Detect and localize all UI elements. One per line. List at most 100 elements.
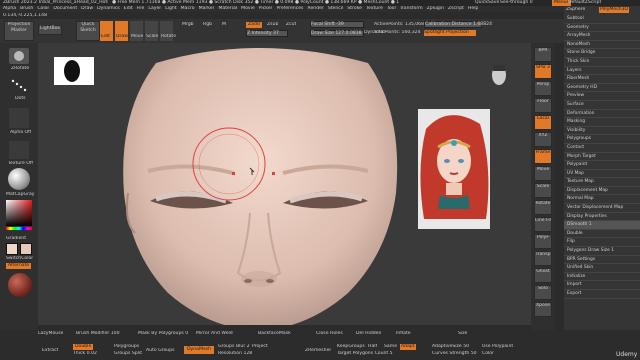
shelf-line-fill-button[interactable]: Line Fill <box>534 217 552 232</box>
double-button[interactable]: Double <box>73 344 94 350</box>
bottom-lazymouse-control[interactable]: LazyMouse <box>38 331 63 337</box>
rgb-button[interactable]: Rgb <box>203 22 212 28</box>
zremesher-button[interactable]: ZRemesher <box>305 348 331 354</box>
quick-sketch-button[interactable]: Quick Sketch <box>76 21 100 41</box>
menu-item-surface[interactable]: Surface <box>564 101 640 110</box>
shelf-persp-button[interactable]: Persp <box>534 81 552 96</box>
polygons-draw-size-slider[interactable]: Polygons Draw Size 1 <box>564 247 640 256</box>
color-toggle[interactable]: Color <box>482 351 494 357</box>
menu-item-deformation[interactable]: Deformation <box>564 110 640 119</box>
menu-document[interactable]: Document <box>53 6 77 12</box>
menu-item-geometry-hd[interactable]: Geometry HD <box>564 84 640 93</box>
canvas-viewport[interactable] <box>38 43 531 325</box>
target-polygons-slider[interactable]: Target Polygons Count 5 <box>337 351 393 357</box>
keep-groups-toggle[interactable]: KeepGroups <box>337 344 365 350</box>
dsmooth-slider[interactable]: DSmooth 1 <box>564 221 640 230</box>
shelf-bpr-button[interactable]: BPR <box>534 47 552 62</box>
groups-toggle[interactable]: Groups <box>218 344 234 350</box>
shelf-local-button[interactable]: Local <box>534 115 552 130</box>
shelf-spix-3-button[interactable]: SPix 3 <box>534 64 552 79</box>
shelf-rotate-button[interactable]: Rotate <box>534 200 552 215</box>
hue-strip[interactable] <box>6 227 32 230</box>
shelf-transp-button[interactable]: Transp <box>534 251 552 266</box>
menu-transform[interactable]: Transform <box>400 6 423 12</box>
shelf-ghost-button[interactable]: Ghost <box>534 268 552 283</box>
menu-item-unified-skin[interactable]: Unified Skin <box>564 264 640 273</box>
menu-item-layers[interactable]: Layers <box>564 67 640 76</box>
shelf-solo-button[interactable]: Solo <box>534 285 552 300</box>
z-intensity-slider[interactable]: Z Intensity 37 <box>246 30 288 37</box>
menu-layer[interactable]: Layer <box>148 6 161 12</box>
seethrough-slider[interactable]: See-through 0 <box>500 0 533 6</box>
secondary-color-swatch[interactable] <box>20 243 32 255</box>
bottom-brush-modifier-control[interactable]: Brush Modifier 100 <box>76 331 120 337</box>
calibration-distance-slider[interactable]: Calibration Distance 1.68824 <box>424 21 492 28</box>
menu-stencil[interactable]: Stencil <box>328 6 344 12</box>
dynamesh-button[interactable]: DynaMesh <box>184 346 215 354</box>
focal-shift-slider[interactable]: Focal Shift -39 <box>310 21 364 28</box>
shelf-move-button[interactable]: Move <box>534 166 552 181</box>
menu-item-preview[interactable]: Preview <box>564 92 640 101</box>
half-toggle[interactable]: Half <box>368 344 377 350</box>
polygroups-button[interactable]: Polygroups <box>114 344 139 350</box>
tool-move-button[interactable]: Move <box>130 21 143 41</box>
bpr-settings-item[interactable]: BPR Settings <box>564 256 640 265</box>
shelf-scale-button[interactable]: Scale <box>534 183 552 198</box>
texture-thumbnail[interactable] <box>9 141 29 159</box>
polymesh-tool[interactable]: PolyMesh3D <box>599 7 629 13</box>
menu-item-vector-displacement-map[interactable]: Vector Displacement Map <box>564 204 640 213</box>
menu-draw[interactable]: Draw <box>81 6 93 12</box>
switch-color-button[interactable]: SwitchColor <box>6 256 33 262</box>
menu-movie[interactable]: Movie <box>241 6 255 12</box>
material-thumbnail[interactable] <box>8 168 30 190</box>
skin-material-sphere[interactable] <box>8 273 32 297</box>
menu-render[interactable]: Render <box>307 6 323 12</box>
bottom-inflate-control[interactable]: Inflate <box>396 331 411 337</box>
m-button[interactable]: M <box>222 22 226 28</box>
curves-strength-slider[interactable]: Curves Strength 50 <box>432 351 477 357</box>
main-color-swatch[interactable] <box>6 243 18 255</box>
stroke-thumbnail[interactable] <box>9 78 29 94</box>
menu-item-masking[interactable]: Masking <box>564 118 640 127</box>
menu-item-subtool[interactable]: Subtool <box>564 15 640 24</box>
menu-texture[interactable]: Texture <box>366 6 383 12</box>
menu-light[interactable]: Light <box>165 6 176 12</box>
same-toggle[interactable]: Same <box>384 344 397 350</box>
zadd-button[interactable]: Zadd <box>246 22 262 28</box>
projection-master-button[interactable]: Projection Master <box>4 21 34 41</box>
menu-file[interactable]: File <box>137 6 145 12</box>
spotlight-projection-button[interactable]: Spotlight Projection <box>424 30 476 36</box>
menu-preferences[interactable]: Preferences <box>276 6 303 12</box>
menu-item-arraymesh[interactable]: ArrayMesh <box>564 32 640 41</box>
gradient-label[interactable]: Gradient <box>6 236 26 242</box>
menu-stroke[interactable]: Stroke <box>347 6 362 12</box>
use-polypaint-toggle[interactable]: Use Polypaint <box>482 344 513 350</box>
menu-item-import[interactable]: Import <box>564 281 640 290</box>
shelf-polyf-button[interactable]: PolyF <box>534 234 552 249</box>
blur-slider[interactable]: Blur 2 <box>236 344 250 350</box>
zsub-button[interactable]: Zsub <box>267 22 278 28</box>
quicksave-button[interactable]: QuickSave <box>475 0 499 6</box>
extract-button[interactable]: Extract <box>42 348 58 354</box>
menu-item-polypaint[interactable]: Polypaint <box>564 161 640 170</box>
menu-item-visibility[interactable]: Visibility <box>564 127 640 136</box>
menu-tool[interactable]: Tool <box>387 6 396 12</box>
menu-item-morph-target[interactable]: Morph Target <box>564 153 640 162</box>
adaptive-size-slider[interactable]: AdaptiveSize 50 <box>432 344 469 350</box>
menu-item-fibermesh[interactable]: FiberMesh <box>564 75 640 84</box>
menu-marker[interactable]: Marker <box>199 6 215 12</box>
zsphere-tool[interactable]: ZSphere <box>566 7 585 13</box>
shelf-xpose-button[interactable]: Xpose <box>534 302 552 317</box>
menu-picker[interactable]: Picker <box>259 6 273 12</box>
resolution-slider[interactable]: Resolution 128 <box>218 351 252 357</box>
groups-split-button[interactable]: Groups Split <box>114 351 142 357</box>
menu-material[interactable]: Material <box>218 6 237 12</box>
menu-brush[interactable]: Brush <box>20 6 33 12</box>
bottom-del-hidden-control[interactable]: Del Hidden <box>356 331 381 337</box>
lightbox-button[interactable]: LightBox <box>38 25 62 35</box>
tool-edit-button[interactable]: Edit <box>100 21 113 41</box>
mrgb-button[interactable]: Mrgb <box>182 22 194 28</box>
menu-item-display-properties[interactable]: Display Properties <box>564 213 640 222</box>
shelf-floor-button[interactable]: Floor <box>534 98 552 113</box>
menu-item-thick-skin[interactable]: Thick Skin <box>564 58 640 67</box>
